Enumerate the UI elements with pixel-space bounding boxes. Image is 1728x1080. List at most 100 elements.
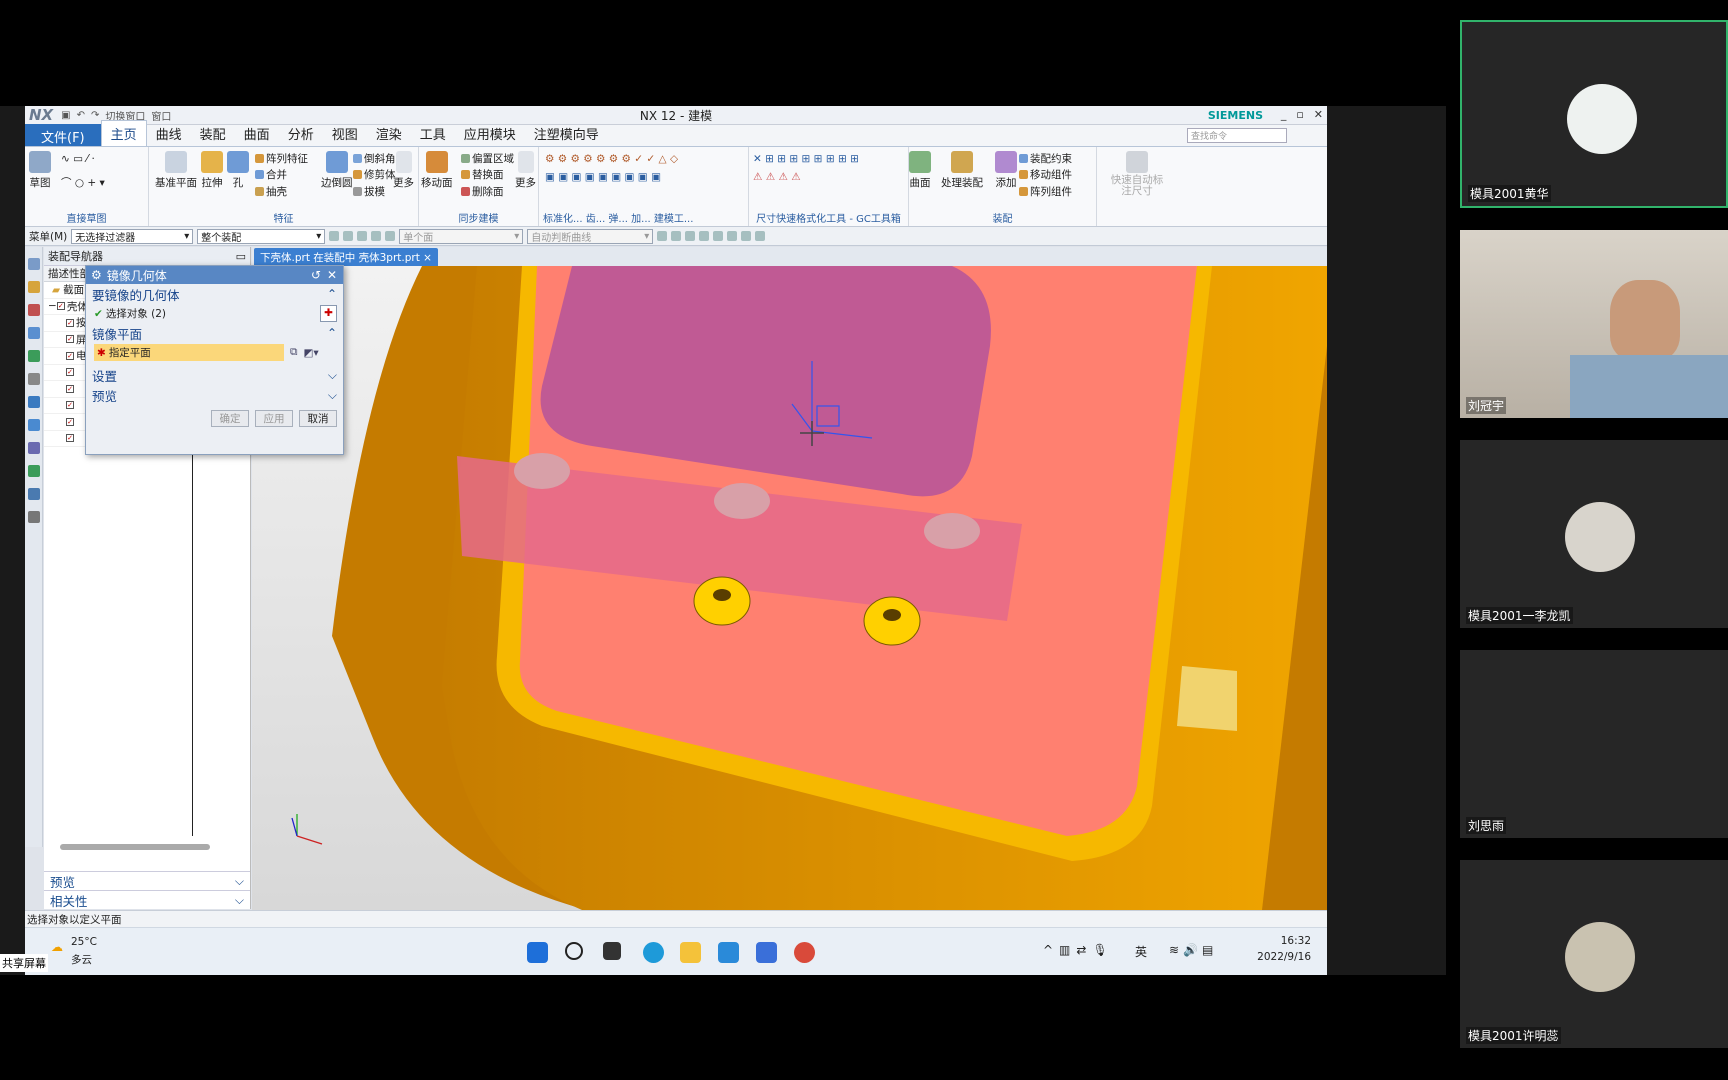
participant-tile[interactable]: 模具2001黄华 <box>1460 20 1728 208</box>
scope-dropdown[interactable]: 整个装配 ▾ <box>197 228 326 244</box>
add-selection-icon[interactable]: ✚ <box>320 305 337 322</box>
task-view-icon[interactable] <box>603 942 621 960</box>
sketch-button[interactable]: 草图 <box>29 151 51 190</box>
start-icon[interactable] <box>527 942 548 963</box>
checkbox-icon[interactable]: ✓ <box>66 318 74 327</box>
snap-tools-icon[interactable] <box>727 231 738 241</box>
preview-section[interactable]: 预览 ⌵ <box>86 385 343 405</box>
roles-icon[interactable] <box>27 488 40 500</box>
reuse-library-icon[interactable] <box>27 350 40 362</box>
checkbox-icon[interactable]: ✓ <box>66 335 74 344</box>
move-face-button[interactable]: 移动面 <box>421 151 453 190</box>
close-icon[interactable]: ✕ <box>327 268 337 282</box>
snap-tools-icon[interactable] <box>685 231 696 241</box>
mirror-plane-section[interactable]: 镜像平面 ⌃ <box>86 323 343 343</box>
standoff-pin[interactable] <box>514 453 570 489</box>
trim-body-button[interactable]: 修剪体 <box>353 167 396 182</box>
undo-icon[interactable]: ↶ <box>77 110 85 121</box>
tab-curve[interactable]: 曲线 <box>147 121 191 146</box>
plane-type-dropdown-icon[interactable]: ◩▾ <box>304 347 319 359</box>
tab-surface[interactable]: 曲面 <box>235 121 279 146</box>
model-view[interactable] <box>252 266 1327 910</box>
tab-tools[interactable]: 工具 <box>411 121 455 146</box>
participant-tile[interactable]: 刘思雨 <box>1460 650 1728 838</box>
checkbox-icon[interactable]: ✓ <box>66 417 74 426</box>
chamfer-button[interactable]: 倒斜角 <box>353 151 396 166</box>
edge-blend-button[interactable]: 边倒圆 <box>321 151 353 190</box>
history-icon[interactable] <box>27 419 40 431</box>
command-search-input[interactable]: 查找命令 <box>1187 128 1287 143</box>
checkbox-icon[interactable]: ✓ <box>66 351 74 360</box>
collapse-icon[interactable]: − <box>48 300 57 312</box>
reset-icon[interactable]: ↺ <box>311 268 321 282</box>
geometry-to-mirror-section[interactable]: 要镜像的几何体 ⌃ <box>86 284 343 304</box>
tab-mold-wizard[interactable]: 注塑模向导 <box>525 121 608 146</box>
web-browser-icon[interactable] <box>27 396 40 408</box>
datum-plane-button[interactable]: 基准平面 <box>155 151 197 190</box>
face-rule-dropdown[interactable]: 单个面 ▾ <box>399 228 524 244</box>
save-icon[interactable]: ▣ <box>61 110 70 121</box>
checkbox-icon[interactable]: ✓ <box>66 401 74 410</box>
process-assembly-button[interactable]: 处理装配 <box>941 151 983 190</box>
snap-tools-icon[interactable] <box>657 231 668 241</box>
menu-dropdown[interactable]: 菜单(M) <box>29 229 67 244</box>
settings-gear-icon[interactable] <box>27 258 40 270</box>
network-icon[interactable]: ≋🔊▤ <box>1169 943 1217 957</box>
selection-tools-icon[interactable] <box>343 231 354 241</box>
hole-button[interactable]: 孔 <box>227 151 249 190</box>
search-icon[interactable] <box>565 942 583 960</box>
file-explorer-icon[interactable] <box>680 942 701 963</box>
checkbox-icon[interactable]: ✓ <box>66 368 74 377</box>
pattern-component-button[interactable]: 阵列组件 <box>1019 184 1072 199</box>
select-object-row[interactable]: ✔ 选择对象 (2) ✚ <box>86 304 343 323</box>
checkbox-icon[interactable]: ✓ <box>66 384 74 393</box>
tab-view[interactable]: 视图 <box>323 121 367 146</box>
surface-button[interactable]: 曲面 <box>909 151 931 190</box>
tab-analysis[interactable]: 分析 <box>279 121 323 146</box>
settings-section[interactable]: 设置 ⌵ <box>86 365 343 385</box>
tab-render[interactable]: 渲染 <box>367 121 411 146</box>
standard-tools-icon[interactable]: ⚙ ⚙ ⚙ ⚙ ⚙ ⚙ ⚙ ✓ ✓ △ ◇ <box>545 153 678 165</box>
tab-assembly[interactable]: 装配 <box>191 121 235 146</box>
pattern-feature-button[interactable]: 阵列特征 <box>255 151 308 166</box>
checkbox-icon[interactable]: ✓ <box>66 434 74 443</box>
selection-tools-icon[interactable] <box>357 231 368 241</box>
standoff-pin[interactable] <box>714 483 770 519</box>
hd3d-icon[interactable] <box>27 373 40 385</box>
cancel-button[interactable]: 取消 <box>299 410 337 427</box>
delete-face-button[interactable]: 删除面 <box>461 184 504 199</box>
participant-tile[interactable]: 模具2001许明蕊 <box>1460 860 1728 1048</box>
process-studio-icon[interactable] <box>27 465 40 477</box>
usb-port[interactable] <box>1177 666 1237 731</box>
sketch-tools-icon[interactable]: ∿ ▭ ⁄ · <box>61 153 95 165</box>
participant-tile[interactable]: 模具2001一李龙凯 <box>1460 440 1728 628</box>
menu-file[interactable]: 文件(F) <box>25 124 101 146</box>
curve-rule-dropdown[interactable]: 自动判断曲线 ▾ <box>527 228 654 244</box>
more-button[interactable]: 更多 <box>393 151 414 190</box>
nx-app-icon[interactable] <box>794 942 815 963</box>
extrude-button[interactable]: 拉伸 <box>201 151 223 190</box>
specify-plane-row[interactable]: ✱ 指定平面 ⧉ ◩▾ <box>86 343 343 362</box>
tray-icons[interactable]: ^▥⇄🎙 <box>1043 943 1114 957</box>
restore-icon[interactable]: ▫ <box>1296 108 1303 121</box>
snap-tools-icon[interactable] <box>755 231 766 241</box>
offset-region-button[interactable]: 偏置区域 <box>461 151 514 166</box>
meeting-app-icon[interactable] <box>756 942 777 963</box>
shell-button[interactable]: 抽壳 <box>255 184 287 199</box>
minimize-icon[interactable]: _ <box>1281 108 1287 121</box>
auto-dimension-button[interactable]: 快速自动标注尺寸 <box>1107 151 1167 197</box>
constraint-navigator-icon[interactable] <box>27 304 40 316</box>
move-component-button[interactable]: 移动组件 <box>1019 167 1072 182</box>
close-tab-icon[interactable]: × <box>423 252 432 264</box>
assembly-navigator-icon[interactable] <box>27 281 40 293</box>
weather-icon[interactable]: ☁ <box>51 940 63 954</box>
part-navigator-icon[interactable] <box>27 327 40 339</box>
snap-tools-icon[interactable] <box>713 231 724 241</box>
unite-button[interactable]: 合并 <box>255 167 287 182</box>
selection-tools-icon[interactable] <box>329 231 340 241</box>
ok-button[interactable]: 确定 <box>211 410 249 427</box>
checkbox-icon[interactable]: ✓ <box>56 302 65 311</box>
maximize-icon[interactable]: ▭ <box>236 250 246 263</box>
standoff-pin[interactable] <box>924 513 980 549</box>
graphics-viewport[interactable] <box>252 266 1327 910</box>
